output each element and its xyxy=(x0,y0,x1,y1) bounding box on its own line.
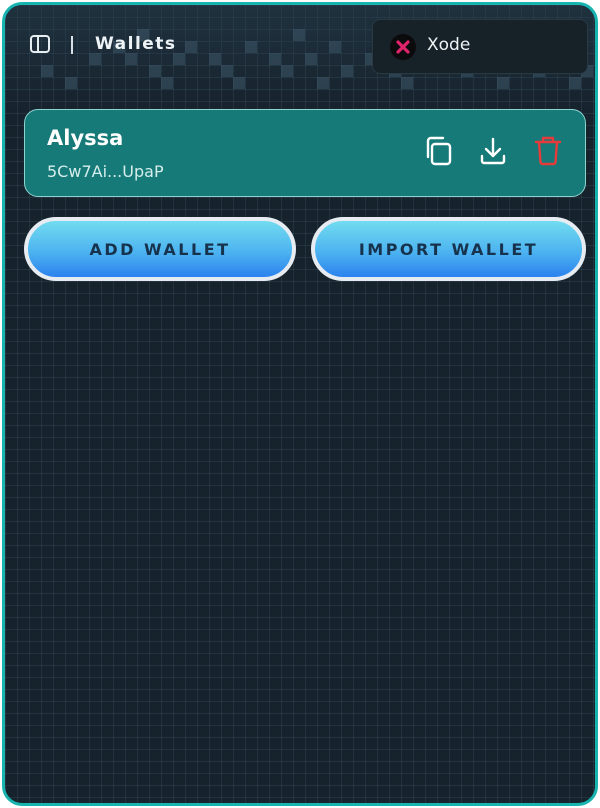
add-wallet-label: ADD WALLET xyxy=(89,239,231,259)
header: Wallets Xode xyxy=(5,5,595,85)
import-wallet-label: IMPORT WALLET xyxy=(358,239,539,259)
wallet-name: Alyssa xyxy=(47,126,124,150)
network-label: Xode xyxy=(427,35,471,55)
trash-icon[interactable] xyxy=(533,134,563,166)
network-selector[interactable]: Xode xyxy=(372,19,588,74)
wallet-address: 5Cw7Ai...UpaP xyxy=(47,162,164,181)
import-wallet-button[interactable]: IMPORT WALLET xyxy=(311,217,586,281)
copy-icon[interactable] xyxy=(423,135,453,167)
add-wallet-button[interactable]: ADD WALLET xyxy=(24,217,296,281)
wallets-panel: Wallets Xode Alyssa 5Cw7Ai...UpaP ADD WA… xyxy=(2,2,598,806)
page-title: Wallets xyxy=(95,34,177,54)
sidebar-toggle-icon[interactable] xyxy=(29,34,51,54)
download-icon[interactable] xyxy=(478,135,508,167)
header-divider xyxy=(71,36,73,54)
xode-logo-icon xyxy=(390,34,416,60)
wallet-card[interactable]: Alyssa 5Cw7Ai...UpaP xyxy=(24,109,586,197)
